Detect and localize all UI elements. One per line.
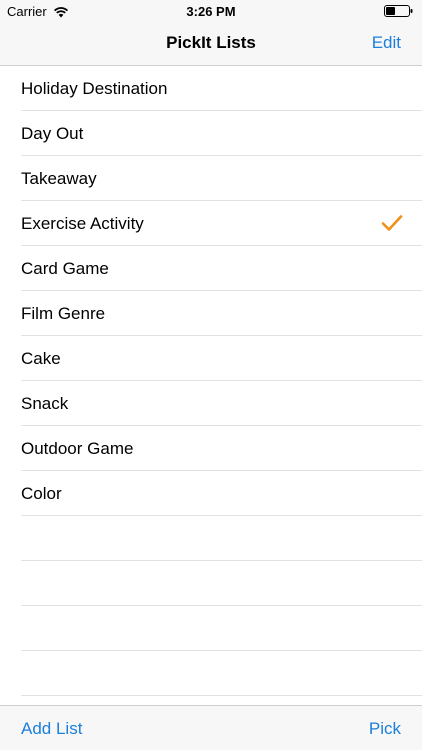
- list-item[interactable]: Holiday Destination: [21, 66, 422, 111]
- list-item-label: Day Out: [21, 124, 84, 143]
- list-item[interactable]: Outdoor Game: [21, 426, 422, 471]
- list-item[interactable]: Day Out: [21, 111, 422, 156]
- list-item-label: Card Game: [21, 259, 109, 278]
- list-item[interactable]: Film Genre: [21, 291, 422, 336]
- empty-row-separator: [21, 651, 422, 696]
- list-item[interactable]: Card Game: [21, 246, 422, 291]
- empty-row-separator: [21, 516, 422, 561]
- list-item-label: Outdoor Game: [21, 439, 134, 458]
- list-item-label: Film Genre: [21, 304, 106, 323]
- list-item[interactable]: Takeaway: [21, 156, 422, 201]
- list-item[interactable]: Snack: [21, 381, 422, 426]
- page-title: PickIt Lists: [166, 33, 256, 52]
- list-item[interactable]: Cake: [21, 336, 422, 381]
- battery-icon: [384, 5, 413, 17]
- list-item-label: Exercise Activity: [21, 214, 144, 233]
- status-bar: Carrier 3:26 PM: [0, 0, 422, 22]
- add-list-button[interactable]: Add List: [21, 719, 82, 739]
- lists-table: Holiday Destination Day Out Takeaway Exe…: [0, 66, 422, 696]
- empty-row-separator: [21, 561, 422, 606]
- bottom-toolbar: Add List Pick: [0, 705, 422, 750]
- list-item[interactable]: Exercise Activity: [21, 201, 422, 246]
- navigation-bar: PickIt Lists Edit: [0, 22, 422, 66]
- list-item[interactable]: Color: [21, 471, 422, 516]
- list-item-label: Color: [21, 484, 62, 503]
- checkmark-icon: [381, 215, 403, 231]
- empty-row-separator: [21, 606, 422, 651]
- pick-button[interactable]: Pick: [369, 719, 401, 739]
- list-item-label: Holiday Destination: [21, 79, 168, 98]
- list-item-label: Snack: [21, 394, 69, 413]
- list-item-label: Cake: [21, 349, 61, 368]
- status-time: 3:26 PM: [186, 4, 236, 19]
- list-item-label: Takeaway: [21, 169, 97, 188]
- edit-button[interactable]: Edit: [372, 33, 401, 53]
